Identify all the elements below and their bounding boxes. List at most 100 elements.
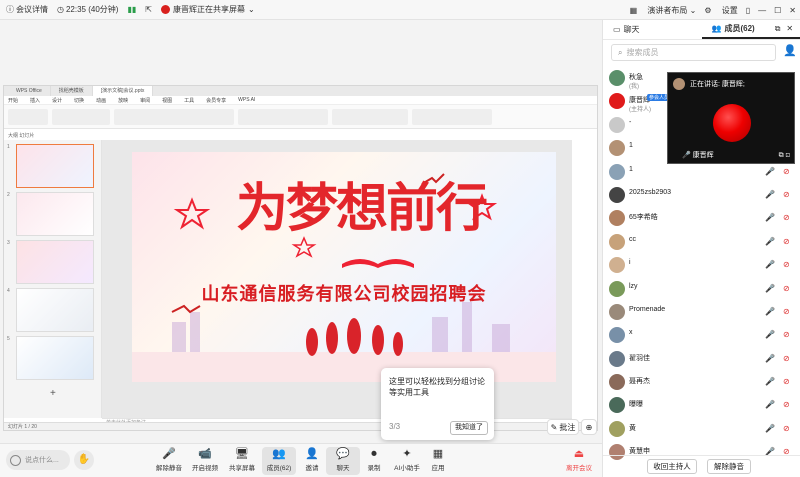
speaker-avatar <box>713 104 751 142</box>
video-off-icon: ⊘ <box>783 260 790 270</box>
menu-item[interactable]: 动画 <box>96 97 106 104</box>
maximize-icon[interactable]: ☐ <box>774 6 781 15</box>
info-icon: ⓘ <box>6 5 14 14</box>
zoom-button[interactable]: ⊕ <box>581 419 597 435</box>
avatar <box>609 350 625 367</box>
chat-button[interactable]: 💬 聊天 <box>326 447 360 475</box>
video-off-icon: ⊘ <box>783 306 790 316</box>
slide-thumb[interactable] <box>16 144 94 188</box>
ribbon-group[interactable] <box>238 109 328 125</box>
unmute-button[interactable]: 🎤 解除静音 <box>152 447 186 475</box>
member-row[interactable]: 1🎤⊘ <box>603 161 800 184</box>
video-controls[interactable]: ⧉ ⊡ <box>779 152 790 160</box>
member-row[interactable]: 黄 🎤 ⊘ <box>603 418 800 441</box>
mic-muted-icon: 🎤 <box>765 423 775 433</box>
member-search-input[interactable]: ⌕ 搜索成员 <box>611 44 776 61</box>
wps-tab[interactable]: [演示文稿]会议.pptx <box>92 86 154 96</box>
slide-thumb[interactable] <box>16 336 94 380</box>
wps-tab-bar: WPS Office 找稻壳模板 [演示文稿]会议.pptx <box>4 86 597 96</box>
slide-editor: 为梦想前行 山东通信服务有限公司校园招聘会 <box>102 140 572 418</box>
window-icon[interactable]: ▯ <box>746 6 750 15</box>
menu-item[interactable]: 视图 <box>162 97 172 104</box>
pane-tabs[interactable]: 大纲 幻灯片 <box>8 132 34 139</box>
apps-icon: ▦ <box>432 448 444 460</box>
minimize-icon[interactable]: — <box>758 6 766 15</box>
screen-icon: 🖥 <box>235 448 249 460</box>
invite-button[interactable]: 👤 邀请 <box>295 447 329 475</box>
menu-item[interactable]: WPS AI <box>238 97 255 103</box>
annotate-button[interactable]: ✎ 批注 <box>547 419 579 435</box>
popout-icon[interactable]: ⧉ <box>775 24 781 34</box>
video-icon: 📹 <box>198 448 212 460</box>
ribbon-group[interactable] <box>8 109 48 125</box>
member-row[interactable]: cc 🎤 ⊘ <box>603 231 800 254</box>
menu-item[interactable]: 设计 <box>52 97 62 104</box>
menu-item[interactable]: 审阅 <box>140 97 150 104</box>
menu-item[interactable]: 切换 <box>74 97 84 104</box>
chat-icon: ▭ <box>613 25 621 34</box>
avatar <box>609 420 625 437</box>
ai-assistant-button[interactable]: ✦ AI小助手 <box>390 447 424 475</box>
wps-menu: 开始 开始 插入 设计 切换 动画 放映 审阅 视图 工具 会员专享 WPS A… <box>4 96 597 105</box>
popout-icon[interactable]: ⇱ <box>145 5 152 14</box>
ribbon-group[interactable] <box>114 109 234 125</box>
meeting-toolbar: 说点什么... ✋ 🎤 解除静音 📹 开启视频 🖥 共享屏幕 👥 成员(62) 👤 邀请 … <box>0 443 602 477</box>
start-video-button[interactable]: 📹 开启视频 <box>188 447 222 475</box>
menu-item[interactable]: 会员专享 <box>206 97 226 104</box>
member-row[interactable]: i 🎤 ⊘ <box>603 254 800 277</box>
add-slide-icon[interactable]: + <box>50 388 56 399</box>
raise-hand-icon[interactable]: ✋ <box>74 450 94 470</box>
speaker-video[interactable]: 正在讲话: 康晋辉; 🎤 康晋辉 ⧉ ⊡ <box>667 72 795 164</box>
tip-ok-button[interactable]: 我知道了 <box>450 421 488 435</box>
record-button[interactable]: ⏺ 录制 <box>357 447 391 475</box>
member-row[interactable]: 65李希皓 🎤 ⊘ <box>603 207 800 230</box>
sharing-status[interactable]: 康晋辉正在共享屏幕 ⌄ <box>160 4 255 15</box>
share-screen-button[interactable]: 🖥 共享屏幕 <box>225 447 259 475</box>
ai-icon: ✦ <box>402 448 412 460</box>
menu-item[interactable]: 开始 <box>8 97 18 104</box>
member-row[interactable]: Promenade 🎤 ⊘ <box>603 301 800 324</box>
current-slide[interactable]: 为梦想前行 山东通信服务有限公司校园招聘会 <box>132 152 556 382</box>
member-row[interactable]: 聂再杰 🎤 ⊘ <box>603 371 800 394</box>
tab-members[interactable]: 👥 成员(62) ⧉ ✕ <box>701 20 800 39</box>
member-row[interactable]: 翟羽佳 🎤 ⊘ <box>603 348 800 371</box>
recall-host-button[interactable]: 收回主持人 <box>647 459 697 474</box>
ribbon-group[interactable] <box>332 109 408 125</box>
tab-chat[interactable]: ▭ 聊天 <box>603 20 702 39</box>
menu-item[interactable]: 放映 <box>118 97 128 104</box>
avatar <box>609 93 625 110</box>
signal-icon[interactable]: ▮▮ <box>127 5 136 14</box>
apps-button[interactable]: ▦ 应用 <box>421 447 455 475</box>
slide-thumb[interactable] <box>16 192 94 236</box>
slide-thumb[interactable] <box>16 288 94 332</box>
ribbon-group[interactable] <box>52 109 110 125</box>
mic-muted-icon: 🎤 <box>765 400 775 410</box>
member-row[interactable]: lzy 🎤 ⊘ <box>603 278 800 301</box>
leave-meeting-button[interactable]: ⏏ 离开会议 <box>562 447 596 475</box>
add-member-icon[interactable]: 👤 <box>783 44 797 57</box>
members-button[interactable]: 👥 成员(62) <box>262 447 296 475</box>
unmute-all-button[interactable]: 解除静音 <box>707 459 751 474</box>
meeting-info-button[interactable]: ⓘ 会议详情 <box>6 4 48 15</box>
wps-tab[interactable]: 找稻壳模板 <box>51 86 93 96</box>
emoji-icon[interactable] <box>10 454 21 466</box>
layout-button[interactable]: ▦ 演讲者布局 ⌄ <box>630 5 697 16</box>
avatar <box>609 327 625 344</box>
member-row[interactable]: 2025zsb2903 🎤 ⊘ <box>603 184 800 207</box>
member-row[interactable]: 曝曝 🎤 ⊘ <box>603 394 800 417</box>
members-icon: 👥 <box>711 24 722 33</box>
tip-counter: 3/3 <box>389 422 401 431</box>
member-row[interactable]: x 🎤 ⊘ <box>603 324 800 347</box>
chat-input[interactable]: 说点什么... <box>6 450 70 470</box>
menu-item[interactable]: 工具 <box>184 97 194 104</box>
settings-button[interactable]: ⚙ 设置 <box>704 5 737 16</box>
close-icon[interactable]: ✕ <box>786 24 793 33</box>
avatar <box>609 140 625 157</box>
menu-item[interactable]: 插入 <box>30 97 40 104</box>
ribbon-group[interactable] <box>412 109 492 125</box>
wps-tab[interactable]: WPS Office <box>8 86 51 96</box>
close-icon[interactable]: ✕ <box>789 6 796 15</box>
video-off-icon: ⊘ <box>783 353 790 363</box>
slide-thumb[interactable] <box>16 240 94 284</box>
slide-thumbnails: 1 2 3 4 5 + <box>4 140 102 418</box>
